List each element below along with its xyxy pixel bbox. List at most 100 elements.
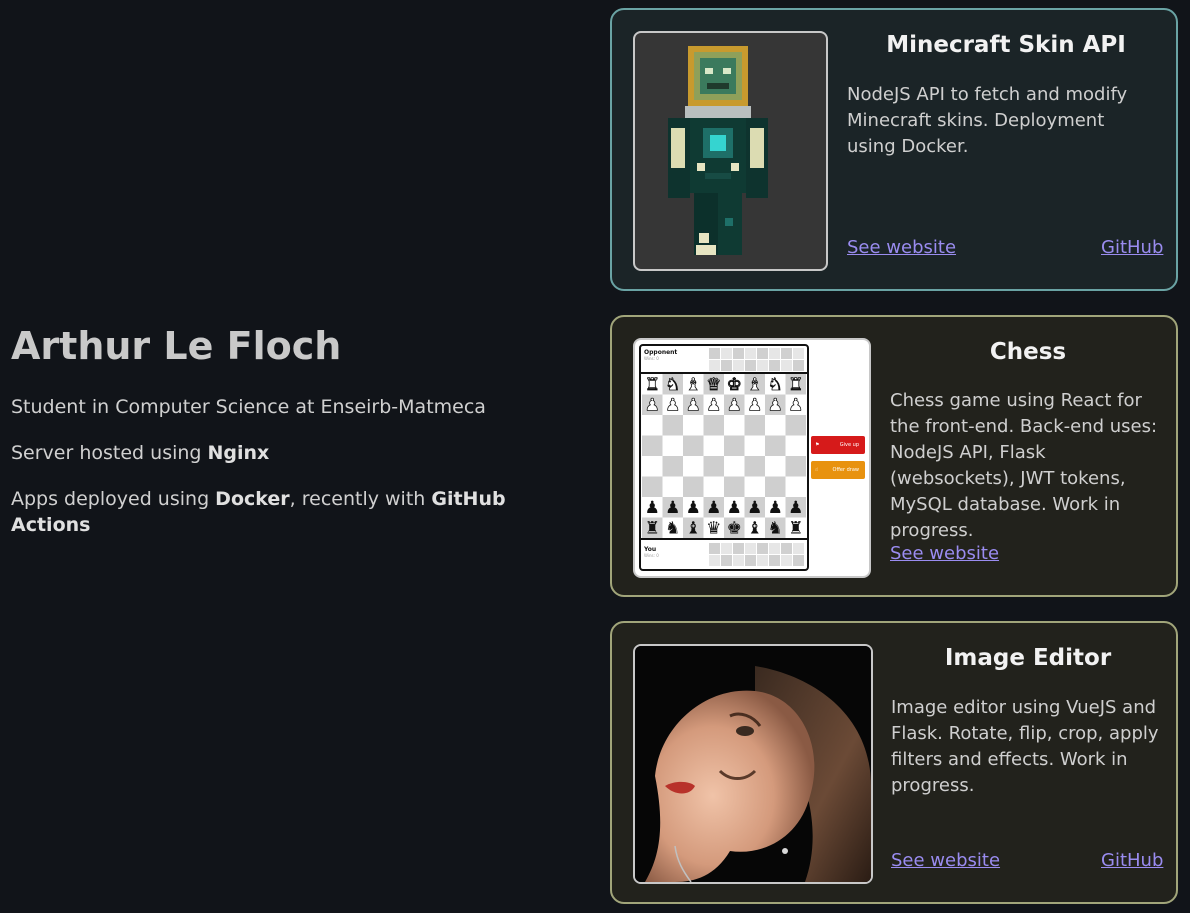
you-label: You: [644, 546, 657, 553]
intro-line-deploy: Apps deployed using Docker, recently wit…: [11, 486, 591, 538]
captured-slot-bottom: [721, 543, 732, 554]
chess-square: [744, 456, 765, 477]
project-description: Image editor using VueJS and Flask. Rota…: [891, 697, 1159, 796]
chess-piece: ♛: [706, 518, 721, 538]
captured-slot-top: [733, 360, 744, 371]
captured-slot-bottom: [793, 543, 804, 554]
captured-slot-bottom: [733, 555, 744, 566]
see-website-link[interactable]: See website: [891, 850, 1000, 871]
chess-square: [703, 435, 724, 456]
chess-square: [744, 476, 765, 497]
captured-slot-top: [757, 360, 768, 371]
captured-slot-bottom: [757, 555, 768, 566]
captured-slot-top: [721, 348, 732, 359]
intro-section: Arthur Le Floch Student in Computer Scie…: [11, 318, 591, 558]
you-wins: Wins: 0: [644, 553, 659, 558]
captured-slot-top: [745, 360, 756, 371]
intro-server-text: Server hosted using: [11, 442, 208, 464]
chess-piece: ♞: [665, 375, 680, 395]
captured-slot-bottom: [793, 555, 804, 566]
chess-square: [765, 456, 786, 477]
chess-piece: ♟: [706, 498, 721, 518]
captured-slot-top: [781, 348, 792, 359]
project-description: Chess game using React for the front-end…: [890, 390, 1158, 541]
chess-piece: ♟: [706, 395, 721, 415]
chess-square: [744, 435, 765, 456]
chess-piece: ♜: [788, 375, 803, 395]
you-panel: You Wins: 0: [644, 546, 659, 558]
chess-piece: ♟: [727, 395, 742, 415]
chess-square: [724, 476, 745, 497]
see-website-link[interactable]: See website: [847, 237, 956, 258]
chess-grid: ♜♟♟♜♞♟♟♞♝♟♟♝♛♟♟♛♚♟♟♚♝♟♟♝♞♟♟♞♜♟♟♜: [641, 348, 807, 566]
captured-slot-top: [745, 348, 756, 359]
chess-piece: ♟: [727, 498, 742, 518]
captured-slot-top: [781, 360, 792, 371]
chess-piece: ♟: [768, 498, 783, 518]
captured-slot-bottom: [769, 555, 780, 566]
captured-slot-top: [721, 360, 732, 371]
chess-piece: ♜: [645, 375, 660, 395]
chess-square: [703, 456, 724, 477]
chess-piece: ♟: [788, 498, 803, 518]
offer-draw-label: Offer draw: [832, 467, 859, 473]
minecraft-skin-image: [668, 46, 768, 255]
project-card-image-editor: Image Editor Image editor using VueJS an…: [610, 621, 1178, 904]
chess-piece: ♝: [747, 375, 762, 395]
chess-square: [785, 435, 806, 456]
project-title: Minecraft Skin API: [886, 32, 1126, 58]
github-link[interactable]: GitHub: [1101, 850, 1163, 871]
captured-slot-top: [709, 360, 720, 371]
project-card-minecraft: Minecraft Skin API NodeJS API to fetch a…: [610, 8, 1178, 291]
captured-slot-top: [769, 360, 780, 371]
portrait-image: [635, 646, 871, 882]
chess-square: [662, 456, 683, 477]
intro-docker-bold: Docker: [215, 488, 290, 510]
chess-piece: ♝: [747, 518, 762, 538]
intro-line-study: Student in Computer Science at Enseirb-M…: [11, 394, 591, 420]
captured-slot-bottom: [781, 543, 792, 554]
intro-nginx-bold: Nginx: [207, 442, 270, 464]
captured-slot-top: [757, 348, 768, 359]
chess-piece: ♝: [686, 375, 701, 395]
project-title: Chess: [989, 339, 1067, 365]
captured-slot-bottom: [709, 555, 720, 566]
captured-slot-bottom: [781, 555, 792, 566]
chess-piece: ♟: [645, 395, 660, 415]
chess-piece: ♞: [665, 518, 680, 538]
chess-square: [785, 415, 806, 436]
captured-slot-top: [709, 348, 720, 359]
chess-square: [703, 415, 724, 436]
see-website-link[interactable]: See website: [890, 543, 999, 564]
chess-piece: ♟: [645, 498, 660, 518]
chess-square: [662, 435, 683, 456]
captured-slot-bottom: [757, 543, 768, 554]
chess-piece: ♟: [686, 498, 701, 518]
chess-piece: ♜: [645, 518, 660, 538]
intro-deploy-mid: , recently with: [289, 488, 432, 510]
chess-square: [744, 415, 765, 436]
minecraft-skin-thumbnail: [633, 31, 828, 271]
flag-icon: ⚑: [815, 442, 820, 448]
captured-slot-top: [793, 348, 804, 359]
github-link[interactable]: GitHub: [1101, 237, 1163, 258]
chess-square: [683, 415, 704, 436]
handshake-icon: ☝: [815, 467, 819, 473]
captured-slot-top: [769, 348, 780, 359]
chess-piece: ♟: [747, 498, 762, 518]
give-up-button[interactable]: ⚑ Give up: [811, 436, 865, 454]
chess-square: [785, 476, 806, 497]
chess-piece: ♟: [788, 395, 803, 415]
chess-piece: ♟: [665, 395, 680, 415]
chess-piece: ♚: [727, 375, 742, 395]
chess-piece: ♛: [706, 375, 721, 395]
intro-line-server: Server hosted using Nginx: [11, 440, 591, 466]
chess-square: [703, 476, 724, 497]
chess-square: [724, 435, 745, 456]
chess-square: [662, 415, 683, 436]
chess-piece: ♝: [686, 518, 701, 538]
chess-thumbnail: Opponent Wins: 0 ♜ ♟ ♟ ♜ ♞ ♟ ♟ ♞ ♝ ♟ ♟ ♝ ♛ ♟ ♟ ♛ ♚ ♟ ♟ ♚ ♝ ♟ ♟…: [633, 338, 871, 578]
captured-slot-bottom: [745, 555, 756, 566]
offer-draw-button[interactable]: ☝ Offer draw: [811, 461, 865, 479]
chess-square: [642, 456, 663, 477]
